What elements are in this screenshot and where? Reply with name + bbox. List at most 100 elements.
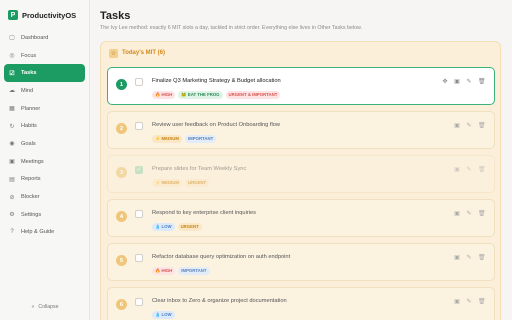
help-icon: ? (10, 229, 14, 236)
task-actions: ▣ ✎ 🗑 (454, 210, 486, 217)
sidebar-item-goals[interactable]: ◉ Goals (4, 135, 85, 153)
sidebar-item-label: Dashboard (21, 34, 49, 41)
sidebar-item-reports[interactable]: ▤ Reports (4, 171, 85, 189)
delete-icon[interactable]: 🗑 (478, 122, 486, 129)
page-subtitle: The Ivy Lee method: exactly 6 MIT slots … (100, 25, 363, 31)
blocker-icon: ⊘ (9, 194, 15, 201)
sidebar-item-dashboard[interactable]: ▢ Dashboard (4, 29, 85, 47)
sidebar: P ProductivityOS ▢ Dashboard ◎ Focus ☑ Tasks ☁… (0, 0, 90, 320)
tasks-icon: ☑ (9, 70, 15, 77)
tag-high-badge: 🔥 HIGH (152, 267, 176, 276)
tag-medium-badge: ⚡ MEDIUM (152, 179, 182, 188)
star-icon: ☆ (109, 48, 118, 58)
task-title[interactable]: Prepare slides for Team Weekly Sync (152, 166, 246, 172)
tag-urgimp-badge: URGENT & IMPORTANT (225, 91, 281, 100)
collapse-button[interactable]: «Collapse (0, 304, 90, 310)
edit-icon[interactable]: ✎ (466, 166, 472, 173)
task-tags: 💧 LOW (152, 311, 175, 320)
delete-icon[interactable]: 🗑 (478, 298, 486, 305)
tag-urg-badge: URGENT (184, 179, 210, 188)
delete-icon[interactable]: 🗑 (478, 166, 486, 173)
calendar-icon[interactable]: ▣ (454, 166, 460, 173)
task-checkbox[interactable] (135, 298, 143, 306)
sidebar-item-label: Reports (21, 176, 41, 183)
collapse-label: Collapse (38, 304, 59, 310)
task-title[interactable]: Clear inbox to Zero & organize project d… (152, 298, 287, 304)
mit-label: Today's MIT (6) (122, 50, 165, 56)
task-title[interactable]: Respond to key enterprise client inquiri… (152, 210, 256, 216)
task-checkbox[interactable]: ✓ (135, 166, 143, 174)
drag-handle-icon[interactable]: ✥ (442, 78, 448, 85)
sidebar-item-label: Help & Guide (21, 229, 55, 236)
task-title[interactable]: Refactor database query optimization on … (152, 254, 290, 260)
reports-icon: ▤ (9, 176, 15, 183)
brand-name: ProductivityOS (22, 10, 77, 20)
sidebar-item-meetings[interactable]: ▣ Meetings (4, 153, 85, 171)
sidebar-item-label: Planner (21, 105, 41, 112)
delete-icon[interactable]: 🗑 (478, 254, 486, 261)
mind-icon: ☁ (9, 88, 15, 95)
task-tags: 🔥 HIGH 🐸 EAT THE FROG URGENT & IMPORTANT (152, 91, 281, 100)
sidebar-item-habits[interactable]: ↻ Habits (4, 117, 85, 135)
task-row[interactable]: 1 Finalize Q3 Marketing Strategy & Budget… (107, 67, 495, 105)
delete-icon[interactable]: 🗑 (478, 210, 486, 217)
calendar-icon[interactable]: ▣ (454, 254, 460, 261)
calendar-icon[interactable]: ▣ (454, 78, 460, 85)
edit-icon[interactable]: ✎ (466, 254, 472, 261)
task-actions: ▣ ✎ 🗑 (454, 254, 486, 261)
task-checkbox[interactable] (135, 122, 143, 130)
brand[interactable]: P ProductivityOS (0, 0, 89, 24)
calendar-icon[interactable]: ▣ (454, 298, 460, 305)
task-number: 4 (116, 211, 127, 222)
sidebar-item-label: Mind (21, 87, 34, 94)
calendar-icon[interactable]: ▣ (454, 210, 460, 217)
sidebar-item-label: Tasks (21, 70, 37, 77)
task-tags: ⚡ MEDIUM IMPORTANT (152, 135, 217, 144)
calendar-icon[interactable]: ▣ (454, 122, 460, 129)
task-number: 6 (116, 299, 127, 310)
sidebar-item-label: Settings (21, 211, 42, 218)
planner-icon: ▦ (9, 106, 15, 113)
task-row[interactable]: 2 Review user feedback on Product Onboard… (107, 111, 495, 149)
task-number: 5 (116, 255, 127, 266)
delete-icon[interactable]: 🗑 (478, 78, 486, 85)
tag-imp-badge: IMPORTANT (178, 267, 210, 276)
edit-icon[interactable]: ✎ (466, 210, 472, 217)
task-tags: 🔥 HIGH IMPORTANT (152, 267, 210, 276)
edit-icon[interactable]: ✎ (466, 298, 472, 305)
task-row[interactable]: 6 Clear inbox to Zero & organize project … (107, 287, 495, 320)
goals-icon: ◉ (9, 141, 15, 148)
sidebar-item-focus[interactable]: ◎ Focus (4, 47, 85, 65)
tag-imp-badge: IMPORTANT (184, 135, 217, 144)
task-row[interactable]: 5 Refactor database query optimization on… (107, 243, 495, 281)
task-actions: ▣ ✎ 🗑 (454, 166, 486, 173)
settings-icon: ⚙ (9, 212, 15, 219)
task-checkbox[interactable] (135, 254, 143, 262)
sidebar-item-blocker[interactable]: ⊘ Blocker (4, 188, 85, 206)
task-number: 1 (116, 79, 127, 90)
edit-icon[interactable]: ✎ (466, 122, 472, 129)
sidebar-item-tasks[interactable]: ☑ Tasks (4, 64, 85, 83)
task-number: 3 (116, 167, 127, 178)
edit-icon[interactable]: ✎ (466, 78, 472, 85)
sidebar-item-label: Focus (21, 52, 37, 59)
sidebar-item-help-guide[interactable]: ? Help & Guide (4, 224, 85, 242)
task-checkbox[interactable] (135, 210, 143, 218)
task-checkbox[interactable] (135, 78, 143, 86)
tag-low-badge: 💧 LOW (152, 311, 175, 320)
sidebar-item-settings[interactable]: ⚙ Settings (4, 206, 85, 224)
task-title[interactable]: Finalize Q3 Marketing Strategy & Budget … (152, 78, 281, 84)
task-actions: ▣ ✎ 🗑 (454, 298, 486, 305)
task-title[interactable]: Review user feedback on Product Onboardi… (152, 122, 280, 128)
task-tags: ⚡ MEDIUM URGENT (152, 179, 210, 188)
sidebar-item-mind[interactable]: ☁ Mind (4, 82, 85, 100)
tag-urg-badge: URGENT (177, 223, 202, 232)
tag-low-badge: 💧 LOW (152, 223, 175, 232)
sidebar-nav: ▢ Dashboard ◎ Focus ☑ Tasks ☁ Mind ▦ Planner ↻ Habi… (0, 29, 89, 241)
mit-panel: ☆ Today's MIT (6) 1 Finalize Q3 Marketing… (100, 41, 501, 320)
meetings-icon: ▣ (9, 159, 15, 166)
sidebar-item-planner[interactable]: ▦ Planner (4, 100, 85, 118)
task-row[interactable]: 4 Respond to key enterprise client inquir… (107, 199, 495, 237)
task-row[interactable]: 3 ✓ Prepare slides for Team Weekly Sync ⚡ M… (107, 155, 495, 193)
habits-icon: ↻ (9, 123, 15, 130)
